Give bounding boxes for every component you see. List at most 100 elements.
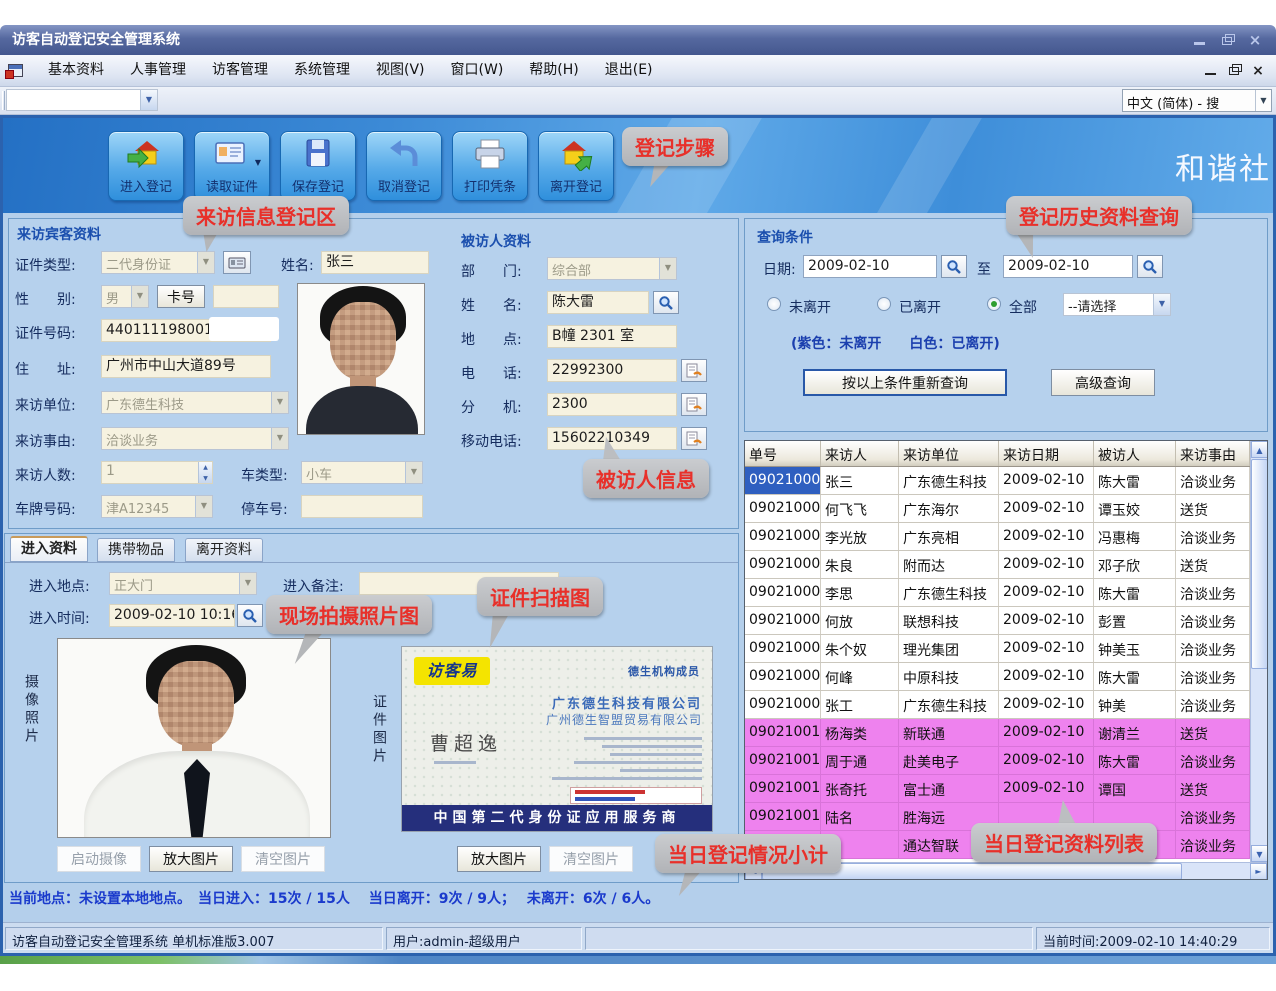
start-camera-button[interactable]: 启动摄像 bbox=[57, 846, 141, 872]
table-row[interactable]: 090210005 李思 广东德生科技 2009-02-10 陈大雷 洽谈业务 bbox=[745, 579, 1250, 607]
table-row[interactable]: 090210001 张三 广东德生科技 2009-02-10 陈大雷 洽谈业务 bbox=[745, 467, 1250, 495]
leave-registration-button[interactable]: 离开登记 bbox=[538, 131, 614, 201]
table-row[interactable]: 090210003 李光放 广东亮相 2009-02-10 冯惠梅 洽谈业务 bbox=[745, 523, 1250, 551]
chevron-down-icon[interactable]: ▼ bbox=[271, 428, 288, 449]
col-header-visited[interactable]: 被访人 bbox=[1094, 441, 1176, 466]
entry-location-select[interactable]: 正大门▼ bbox=[109, 572, 257, 595]
visitor-name-field[interactable]: 张三 bbox=[321, 251, 429, 274]
col-header-reason[interactable]: 来访事由 bbox=[1176, 441, 1250, 466]
menu-help[interactable]: 帮助(H) bbox=[516, 55, 591, 86]
child-restore-icon[interactable] bbox=[1226, 63, 1242, 79]
table-row[interactable]: 090210006 何放 联想科技 2009-02-10 彭置 洽谈业务 bbox=[745, 607, 1250, 635]
table-row[interactable]: 090210002 何飞飞 广东海尔 2009-02-10 谭玉姣 送货 bbox=[745, 495, 1250, 523]
visitor-count-stepper[interactable]: 1 ▲▼ bbox=[101, 461, 213, 484]
chevron-down-icon[interactable]: ▼ bbox=[195, 496, 212, 517]
zoom-card-button[interactable]: 放大图片 bbox=[457, 846, 541, 872]
chevron-down-icon[interactable]: ▼ bbox=[1255, 90, 1271, 111]
visited-name-field[interactable]: 陈大雷 bbox=[547, 291, 649, 314]
menu-view[interactable]: 视图(V) bbox=[363, 55, 438, 86]
car-type-select[interactable]: 小车▼ bbox=[301, 461, 423, 484]
advanced-query-button[interactable]: 高级查询 bbox=[1051, 369, 1155, 396]
plate-select[interactable]: 津A12345▼ bbox=[101, 495, 213, 518]
col-header-visitor[interactable]: 来访人 bbox=[821, 441, 899, 466]
zoom-photo-button[interactable]: 放大图片 bbox=[149, 846, 233, 872]
scroll-up-icon[interactable]: ▲ bbox=[1251, 441, 1268, 458]
search-person-button[interactable] bbox=[653, 291, 679, 314]
table-row[interactable]: 090210009 张工 广东德生科技 2009-02-10 钟美 洽谈业务 bbox=[745, 691, 1250, 719]
tab-leave-info[interactable]: 离开资料 bbox=[185, 538, 263, 562]
restore-icon[interactable] bbox=[1218, 25, 1236, 55]
chevron-down-icon[interactable]: ▼ bbox=[271, 392, 288, 413]
clear-card-button[interactable]: 清空图片 bbox=[549, 846, 633, 872]
card-number-button[interactable]: 卡号 bbox=[157, 285, 205, 308]
menu-basic-data[interactable]: 基本资料 bbox=[35, 55, 117, 86]
read-card-button[interactable] bbox=[223, 251, 251, 274]
entry-time-field[interactable]: 2009-02-10 10:16 bbox=[109, 604, 235, 627]
table-row[interactable]: 090210011 周于通 赴美电子 2009-02-10 陈大雷 洽谈业务 bbox=[745, 747, 1250, 775]
col-header-id[interactable]: 单号 bbox=[745, 441, 821, 466]
vertical-scrollbar[interactable]: ▲ ▼ bbox=[1250, 441, 1267, 862]
radio-all[interactable] bbox=[987, 297, 1001, 311]
save-registration-button[interactable]: 保存登记 bbox=[280, 131, 356, 201]
chevron-down-icon[interactable]: ▼ bbox=[197, 252, 214, 273]
scrollbar-thumb[interactable] bbox=[1251, 459, 1268, 669]
scroll-right-icon[interactable]: ► bbox=[1250, 863, 1267, 880]
visit-unit-select[interactable]: 广东德生科技▼ bbox=[101, 391, 289, 414]
child-close-icon[interactable]: × bbox=[1250, 63, 1266, 79]
chevron-down-icon[interactable]: ▼ bbox=[140, 90, 157, 110]
col-header-date[interactable]: 来访日期 bbox=[999, 441, 1094, 466]
dial-phone-button[interactable] bbox=[681, 359, 707, 382]
dial-mobile-button[interactable] bbox=[681, 427, 707, 450]
radio-not-left[interactable] bbox=[767, 297, 781, 311]
child-minimize-icon[interactable] bbox=[1202, 63, 1218, 79]
quick-combo[interactable]: ▼ bbox=[6, 89, 158, 111]
dial-ext-button[interactable] bbox=[681, 393, 707, 416]
menu-system[interactable]: 系统管理 bbox=[281, 55, 363, 86]
radio-left[interactable] bbox=[877, 297, 891, 311]
language-bar[interactable]: 中文 (简体) - 搜 ▼ bbox=[1122, 89, 1272, 112]
print-receipt-button[interactable]: 打印凭条 bbox=[452, 131, 528, 201]
phone-field[interactable]: 22992300 bbox=[547, 359, 677, 382]
close-icon[interactable]: × bbox=[1246, 25, 1264, 55]
clear-photo-button[interactable]: 清空图片 bbox=[241, 846, 325, 872]
enter-registration-button[interactable]: 进入登记 bbox=[108, 131, 184, 201]
menu-visitor[interactable]: 访客管理 bbox=[199, 55, 281, 86]
read-certificate-button[interactable]: ▼ 读取证件 bbox=[194, 131, 270, 201]
date-to-picker-button[interactable] bbox=[1137, 255, 1163, 278]
date-to-field[interactable]: 2009-02-10 bbox=[1003, 255, 1133, 278]
parking-field[interactable] bbox=[301, 495, 423, 518]
tab-entry-info[interactable]: 进入资料 bbox=[10, 536, 88, 562]
table-row[interactable]: 090210004 朱良 附而达 2009-02-10 邓子欣 送货 bbox=[745, 551, 1250, 579]
chevron-down-icon[interactable]: ▼ bbox=[405, 462, 422, 483]
tab-carried-items[interactable]: 携带物品 bbox=[97, 538, 175, 562]
col-header-unit[interactable]: 来访单位 bbox=[899, 441, 999, 466]
table-row[interactable]: 090210010 杨海类 新联通 2009-02-10 谢清兰 送货 bbox=[745, 719, 1250, 747]
spinner-arrows-icon[interactable]: ▲▼ bbox=[198, 462, 212, 483]
menu-exit[interactable]: 退出(E) bbox=[592, 55, 666, 86]
table-row[interactable]: 090210012 张奇托 富士通 2009-02-10 谭国 送货 bbox=[745, 775, 1250, 803]
requery-button[interactable]: 按以上条件重新查询 bbox=[803, 369, 1007, 396]
menu-hr[interactable]: 人事管理 bbox=[117, 55, 199, 86]
card-number-field[interactable] bbox=[213, 285, 279, 308]
visited-location-field[interactable]: B幢 2301 室 bbox=[547, 325, 677, 348]
chevron-down-icon[interactable]: ▼ bbox=[1153, 294, 1170, 315]
minimize-icon[interactable] bbox=[1190, 25, 1208, 55]
dept-select[interactable]: 综合部▼ bbox=[547, 257, 677, 280]
chevron-down-icon[interactable]: ▼ bbox=[659, 258, 676, 279]
date-from-picker-button[interactable] bbox=[941, 255, 967, 278]
gender-select[interactable]: 男▼ bbox=[101, 285, 149, 308]
ext-field[interactable]: 2300 bbox=[547, 393, 677, 416]
filter-select[interactable]: --请选择▼ bbox=[1063, 293, 1171, 316]
menu-window[interactable]: 窗口(W) bbox=[438, 55, 517, 86]
cancel-registration-button[interactable]: 取消登记 bbox=[366, 131, 442, 201]
visit-reason-select[interactable]: 洽谈业务▼ bbox=[101, 427, 289, 450]
date-from-field[interactable]: 2009-02-10 bbox=[803, 255, 937, 278]
cert-type-select[interactable]: 二代身份证▼ bbox=[101, 251, 215, 274]
chevron-down-icon[interactable]: ▼ bbox=[131, 286, 148, 307]
chevron-down-icon[interactable]: ▼ bbox=[239, 573, 256, 594]
dropdown-arrow-icon[interactable]: ▼ bbox=[255, 158, 261, 167]
address-field[interactable]: 广州市中山大道89号 bbox=[101, 355, 271, 378]
table-row[interactable]: 090210007 朱个奴 理光集团 2009-02-10 钟美玉 洽谈业务 bbox=[745, 635, 1250, 663]
scroll-down-icon[interactable]: ▼ bbox=[1251, 845, 1268, 862]
table-row[interactable]: 090210008 何峰 中原科技 2009-02-10 陈大雷 洽谈业务 bbox=[745, 663, 1250, 691]
